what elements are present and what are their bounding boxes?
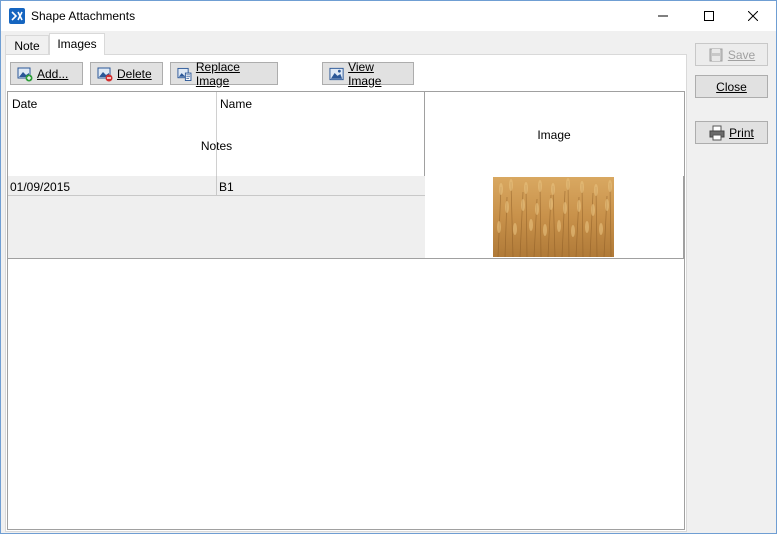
minimize-button[interactable] bbox=[640, 1, 686, 31]
shape-attachments-window: Shape Attachments Note Images Add... Del… bbox=[0, 0, 777, 534]
view-image-button-label: View Image bbox=[348, 59, 382, 88]
images-panel: Add... Delete Replace Image View Image D… bbox=[5, 54, 687, 532]
grid-row-bottom bbox=[8, 258, 684, 259]
delete-button[interactable]: Delete bbox=[90, 62, 163, 85]
replace-image-icon bbox=[177, 67, 192, 81]
column-header-date[interactable]: Date bbox=[12, 97, 37, 111]
replace-image-button-label: Replace Image bbox=[195, 59, 240, 88]
cell-divider bbox=[216, 176, 217, 196]
table-row[interactable] bbox=[8, 176, 425, 258]
row-name-cell[interactable]: B1 bbox=[219, 180, 234, 194]
wheat-field-thumbnail[interactable] bbox=[493, 177, 614, 257]
tab-images[interactable]: Images bbox=[49, 33, 105, 55]
window-title: Shape Attachments bbox=[31, 9, 136, 23]
print-button[interactable]: Print bbox=[695, 121, 768, 144]
close-button-label: Close bbox=[716, 79, 747, 94]
row-date-cell[interactable]: 01/09/2015 bbox=[10, 180, 70, 194]
maximize-icon bbox=[704, 11, 714, 21]
delete-button-label: Delete bbox=[117, 66, 152, 81]
app-icon bbox=[9, 8, 25, 24]
column-header-name[interactable]: Name bbox=[220, 97, 252, 111]
delete-image-icon bbox=[97, 67, 113, 81]
view-image-icon bbox=[329, 67, 344, 80]
add-button-label: Add... bbox=[37, 66, 69, 81]
print-button-label: Print bbox=[729, 125, 754, 140]
attachments-grid: Date Name Notes Image 01/09/2015 B1 bbox=[7, 91, 685, 530]
close-window-button[interactable] bbox=[730, 1, 776, 31]
view-image-button[interactable]: View Image bbox=[322, 59, 414, 88]
row-image-cell[interactable] bbox=[425, 176, 684, 258]
save-button[interactable]: Save bbox=[695, 43, 768, 66]
save-button-label: Save bbox=[727, 47, 756, 62]
column-header-image[interactable]: Image bbox=[425, 128, 683, 142]
tab-note-label: Note bbox=[14, 39, 40, 53]
save-icon bbox=[709, 48, 723, 61]
replace-image-button[interactable]: Replace Image bbox=[170, 59, 278, 88]
header-divider bbox=[216, 92, 217, 176]
maximize-button[interactable] bbox=[686, 1, 732, 31]
minimize-icon bbox=[658, 15, 668, 17]
close-button[interactable]: Close bbox=[695, 75, 768, 98]
tab-images-label: Images bbox=[57, 37, 97, 51]
add-button[interactable]: Add... bbox=[10, 62, 83, 85]
title-bar: Shape Attachments bbox=[1, 1, 776, 31]
close-icon bbox=[748, 11, 758, 21]
tab-note[interactable]: Note bbox=[5, 35, 49, 55]
print-icon bbox=[709, 125, 725, 140]
add-image-icon bbox=[17, 67, 33, 81]
